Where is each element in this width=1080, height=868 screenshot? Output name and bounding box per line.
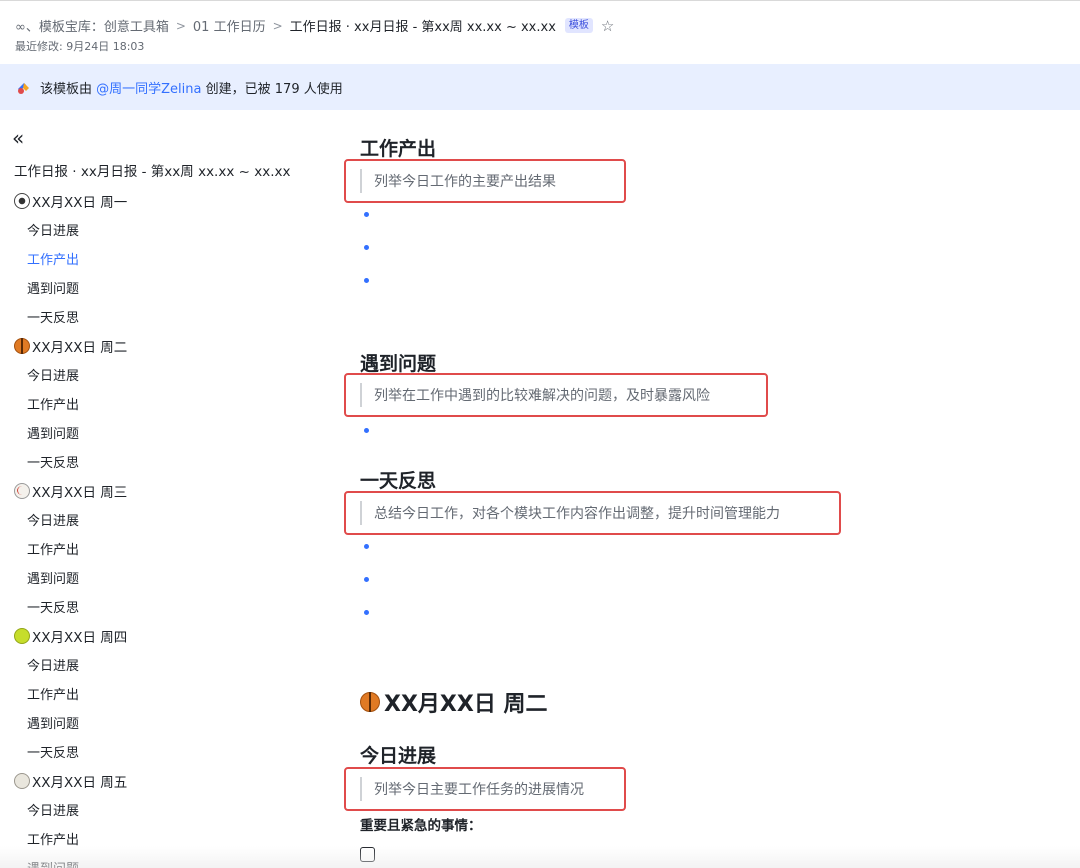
doc-header: ∞、模板宝库：创意工具箱 > 01 工作日历 > 工作日报 · xx月日报 - … [0, 0, 1080, 64]
outline-day-label: XX月XX日 周三 [32, 484, 128, 501]
softball-icon [14, 772, 30, 789]
outline-item[interactable]: 遇到问题 [14, 708, 324, 737]
outline-day[interactable]: XX月XX日 周三 [14, 476, 324, 505]
outline-day-label: XX月XX日 周一 [32, 194, 128, 211]
heading-issues: 遇到问题 [360, 353, 437, 375]
chevron-right-icon: > [272, 18, 283, 33]
last-modified: 最近修改: 9月24日 18:03 [15, 40, 145, 53]
breadcrumb-current[interactable]: 工作日报 · xx月日报 - 第xx周 xx.xx ~ xx.xx [290, 16, 556, 35]
bullet-point[interactable] [364, 544, 369, 549]
outline-item[interactable]: 工作产出 [14, 824, 324, 853]
document-body: 工作产出 列举今日工作的主要产出结果 遇到问题 列举在工作中遇到的比较难解决的问… [344, 110, 1060, 868]
heading-output: 工作产出 [360, 138, 437, 160]
outline-day[interactable]: XX月XX日 周二 [14, 331, 324, 360]
banner-prefix: 该模板由 [40, 81, 93, 97]
hint-progress-box[interactable]: 列举今日主要工作任务的进展情况 [344, 767, 626, 811]
hint-reflect-box[interactable]: 总结今日工作，对各个模块工作内容作出调整，提升时间管理能力 [344, 491, 841, 535]
outline-title[interactable]: 工作日报 · xx月日报 - 第xx周 xx.xx ~ xx.xx [14, 160, 290, 180]
outline-sidebar: « 工作日报 · xx月日报 - 第xx周 xx.xx ~ xx.xx XX月X… [0, 110, 330, 868]
bullet-point[interactable] [364, 428, 369, 433]
quote-bar [360, 777, 362, 801]
author-link[interactable]: @周一同学Zelina [96, 78, 201, 97]
outline-day[interactable]: XX月XX日 周一 [14, 186, 324, 215]
outline-item[interactable]: 一天反思 [14, 447, 324, 476]
day-heading: XX月XX日 周二 [360, 686, 548, 718]
hint-reflect-text: 总结今日工作，对各个模块工作内容作出调整，提升时间管理能力 [374, 506, 780, 522]
hint-output-text: 列举今日工作的主要产出结果 [374, 174, 556, 190]
basketball-icon [360, 692, 380, 712]
outline-item[interactable]: 遇到问题 [14, 418, 324, 447]
quote-bar [360, 169, 362, 193]
outline-item[interactable]: 今日进展 [14, 505, 324, 534]
hint-progress-text: 列举今日主要工作任务的进展情况 [374, 782, 584, 798]
outline-day[interactable]: XX月XX日 周五 [14, 766, 324, 795]
outline-item[interactable]: 遇到问题 [14, 563, 324, 592]
outline-day[interactable]: XX月XX日 周四 [14, 621, 324, 650]
template-logo-icon [16, 80, 31, 95]
bullet-point[interactable] [364, 278, 369, 283]
outline-day-label: XX月XX日 周二 [32, 339, 128, 356]
banner-suffix: 创建，已被 179 人使用 [205, 81, 343, 97]
outline-item[interactable]: 工作产出 [14, 534, 324, 563]
outline-item[interactable]: 工作产出 [14, 389, 324, 418]
outline-item[interactable]: 一天反思 [14, 737, 324, 766]
breadcrumb-root[interactable]: ∞、模板宝库：创意工具箱 [15, 16, 169, 35]
hint-issues-box[interactable]: 列举在工作中遇到的比较难解决的问题，及时暴露风险 [344, 373, 768, 417]
hint-issues-text: 列举在工作中遇到的比较难解决的问题，及时暴露风险 [374, 388, 710, 404]
outline-item[interactable]: 今日进展 [14, 360, 324, 389]
outline-item[interactable]: 遇到问题 [14, 853, 324, 868]
bullet-point[interactable] [364, 610, 369, 615]
outline-item[interactable]: 今日进展 [14, 215, 324, 244]
bullet-point[interactable] [364, 212, 369, 217]
heading-progress: 今日进展 [360, 745, 437, 767]
outline-item[interactable]: 遇到问题 [14, 273, 324, 302]
outline-item[interactable]: 工作产出 [14, 244, 324, 273]
hint-output-box[interactable]: 列举今日工作的主要产出结果 [344, 159, 626, 203]
quote-bar [360, 383, 362, 407]
basketball-icon [14, 337, 30, 354]
star-icon[interactable]: ☆ [601, 17, 614, 35]
outline-item[interactable]: 一天反思 [14, 302, 324, 331]
important-label: 重要且紧急的事情： [360, 818, 482, 834]
collapse-sidebar-icon[interactable]: « [12, 128, 24, 148]
outline-item[interactable]: 一天反思 [14, 592, 324, 621]
bullet-point[interactable] [364, 577, 369, 582]
breadcrumb: ∞、模板宝库：创意工具箱 > 01 工作日历 > 工作日报 · xx月日报 - … [15, 16, 614, 36]
outline-item[interactable]: 今日进展 [14, 795, 324, 824]
bullet-point[interactable] [364, 245, 369, 250]
template-banner: 该模板由 @周一同学Zelina 创建，已被 179 人使用 [0, 64, 1080, 110]
quote-bar [360, 501, 362, 525]
outline-day-label: XX月XX日 周五 [32, 774, 128, 791]
soccer-ball-icon [14, 192, 30, 209]
outline-day-label: XX月XX日 周四 [32, 629, 128, 646]
breadcrumb-folder[interactable]: 01 工作日历 [193, 16, 266, 35]
outline-item[interactable]: 今日进展 [14, 650, 324, 679]
chevron-right-icon: > [175, 18, 186, 33]
baseball-icon [14, 482, 30, 499]
todo-checkbox[interactable] [360, 847, 375, 862]
day-heading-text: XX月XX日 周二 [384, 692, 548, 717]
outline-item[interactable]: 工作产出 [14, 679, 324, 708]
template-tag: 模板 [564, 18, 593, 33]
outline-list: XX月XX日 周一 今日进展 工作产出 遇到问题 一天反思 XX月XX日 周二 今日进展 工作… [14, 186, 324, 868]
heading-reflect: 一天反思 [360, 470, 437, 492]
tennis-ball-icon [14, 627, 30, 644]
